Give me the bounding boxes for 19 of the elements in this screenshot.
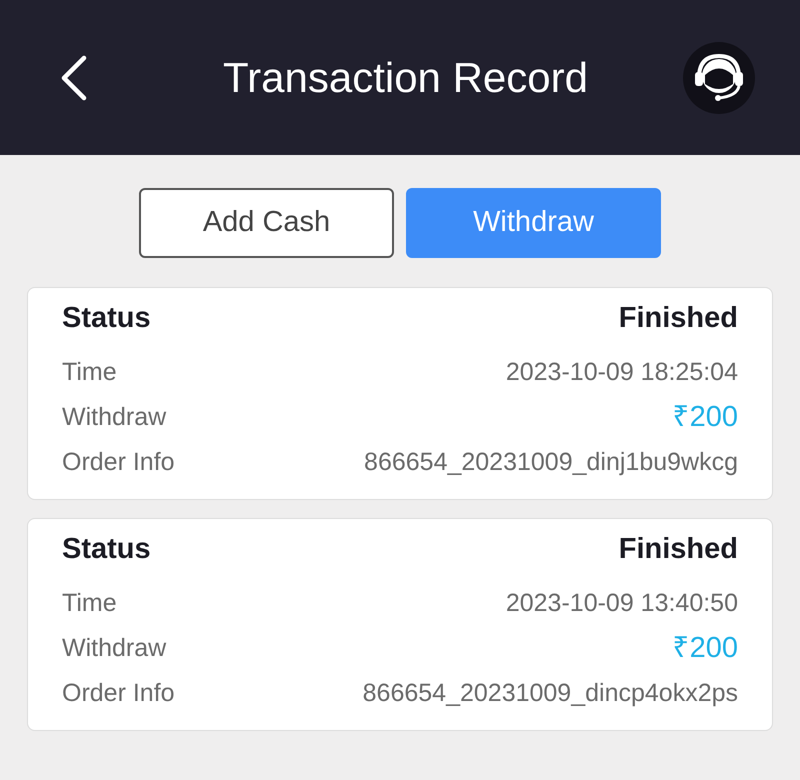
status-value: Finished [618,532,738,568]
status-label: Status [62,301,151,336]
field-value: 2023-10-09 18:25:04 [506,356,738,388]
field-value: 866654_20231009_dinj1bu9wkcg [364,446,738,478]
amount-value: ₹200 [672,400,738,435]
field-label: Order Info [62,446,175,478]
status-value: Finished [618,301,738,336]
field-value: 2023-10-09 13:40:50 [506,588,738,619]
field-label: Time [62,356,117,388]
amount-value: ₹200 [672,630,738,666]
customer-service-icon[interactable] [683,42,755,114]
field-label: Order Info [62,678,175,709]
field-value: 866654_20231009_dincp4okx2ps [362,678,738,709]
page-title: Transaction Record [223,53,588,103]
field-label: Withdraw [62,402,166,433]
field-label: Withdraw [62,632,166,664]
tab[interactable]: Add Cash [139,188,394,258]
field-label: Time [62,588,117,619]
status-label: Status [62,532,151,568]
